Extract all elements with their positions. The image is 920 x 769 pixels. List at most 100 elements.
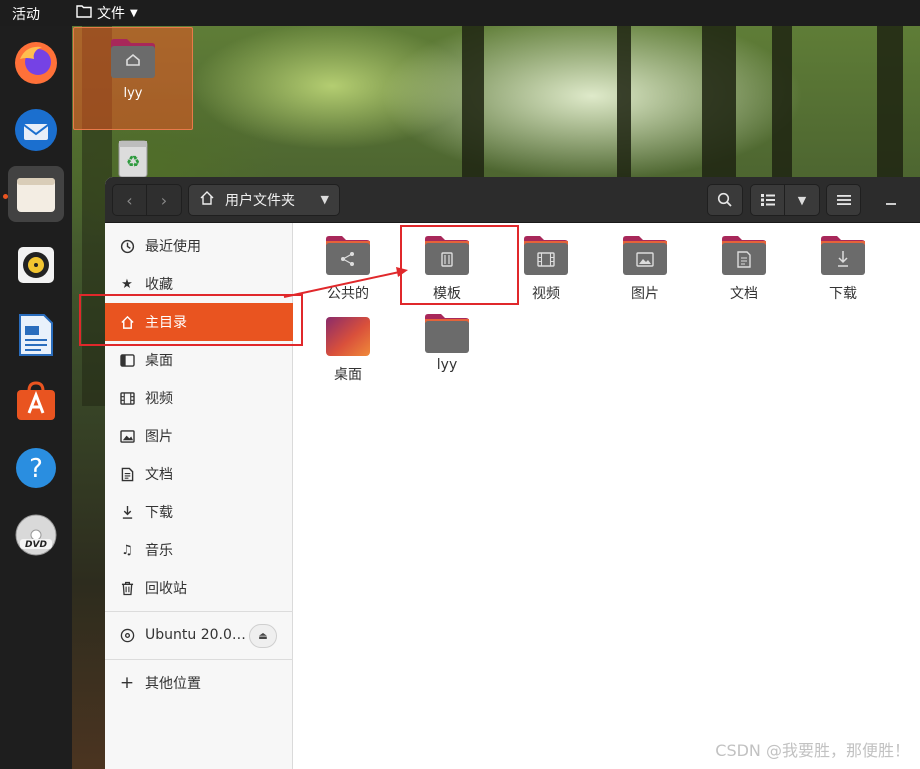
dock-software[interactable]: [8, 373, 64, 429]
clock-icon: [119, 238, 135, 254]
svg-text:♻: ♻: [126, 152, 140, 171]
header-bar: ‹ › 用户文件夹 ▼ ▼: [105, 177, 920, 223]
sidebar-item-videos[interactable]: 视频: [105, 379, 293, 417]
minimize-button[interactable]: [886, 203, 896, 205]
firefox-icon: [15, 42, 57, 84]
hamburger-icon: [836, 195, 851, 205]
eject-icon: ⏏: [258, 630, 268, 642]
document-icon: [119, 466, 135, 482]
chevron-left-icon: ‹: [126, 190, 133, 210]
sidebar-item-label: 桌面: [145, 353, 173, 369]
search-button[interactable]: [707, 184, 743, 216]
chevron-right-icon: ›: [160, 190, 168, 210]
desktop-folder-label: lyy: [123, 86, 143, 101]
chevron-down-icon: ▼: [130, 7, 138, 19]
sidebar-item-label: 最近使用: [145, 239, 201, 255]
folder-public[interactable]: 公共的: [308, 233, 388, 303]
folder-desktop[interactable]: 桌面: [308, 314, 388, 384]
rhythmbox-icon: [18, 247, 54, 283]
thunderbird-icon: [15, 109, 57, 151]
chevron-down-icon: ▼: [320, 193, 329, 206]
svg-text:?: ?: [29, 454, 43, 484]
dock-writer[interactable]: [8, 307, 64, 363]
home-folder-icon: [111, 39, 155, 78]
sidebar-item-documents[interactable]: 文档: [105, 455, 293, 493]
active-indicator: [3, 194, 8, 199]
folder-icon: [425, 314, 469, 353]
dock-files[interactable]: [8, 166, 64, 222]
dock-firefox[interactable]: [8, 35, 64, 91]
folder-label: 公共的: [327, 286, 369, 302]
trash-icon: [119, 580, 135, 596]
folder-label: lyy: [436, 357, 458, 373]
desktop-trash[interactable]: ♻: [73, 138, 193, 178]
desktop-icon: [119, 352, 135, 368]
music-icon: ♫: [121, 542, 133, 558]
plus-icon: +: [119, 673, 135, 693]
sidebar-item-label: 文档: [145, 467, 173, 483]
dock-dvd[interactable]: DVD: [8, 507, 64, 563]
search-icon: [717, 192, 732, 207]
app-menu[interactable]: 文件 ▼: [76, 3, 138, 23]
folder-downloads[interactable]: 下载: [803, 233, 883, 303]
view-options-button[interactable]: ▼: [785, 184, 820, 216]
help-icon: ?: [16, 448, 56, 488]
dvd-icon: DVD: [15, 514, 57, 556]
sidebar-item-recent[interactable]: 最近使用: [105, 227, 293, 265]
sidebar-item-drive[interactable]: Ubuntu 20.0… ⏏: [105, 616, 293, 654]
annotation-box-templates: [400, 225, 519, 305]
film-icon: [119, 390, 135, 406]
file-view: 公共的 模板 视频 图片 文档 下载 桌面 lyy: [294, 223, 920, 769]
sidebar-item-trash[interactable]: 回收站: [105, 569, 293, 607]
sidebar-item-downloads[interactable]: 下载: [105, 493, 293, 531]
home-icon: [199, 190, 215, 210]
files-icon: [17, 178, 55, 212]
video-folder-icon: [524, 236, 568, 275]
sidebar-item-desktop[interactable]: 桌面: [105, 341, 293, 379]
sidebar-item-label: 收藏: [145, 277, 173, 293]
sidebar-separator: [105, 611, 293, 612]
eject-button[interactable]: ⏏: [249, 624, 277, 648]
sidebar-item-label: 视频: [145, 391, 173, 407]
download-icon: [119, 504, 135, 520]
dock: ? DVD: [0, 26, 72, 769]
folder-pictures[interactable]: 图片: [605, 233, 685, 303]
star-icon: ★: [121, 276, 133, 292]
folder-label: 图片: [631, 286, 659, 302]
activities-button[interactable]: 活动: [12, 4, 40, 24]
software-icon: [17, 381, 55, 420]
image-icon: [119, 428, 135, 444]
back-button[interactable]: ‹: [112, 184, 147, 216]
sidebar-item-label: 音乐: [145, 543, 173, 559]
folder-icon: [76, 4, 92, 22]
desktop-folder-icon: [326, 317, 370, 356]
picture-folder-icon: [623, 236, 667, 275]
disc-icon: [119, 627, 135, 643]
sidebar-item-pictures[interactable]: 图片: [105, 417, 293, 455]
sidebar-item-label: 其他位置: [145, 676, 201, 692]
folder-label: 视频: [532, 286, 560, 302]
path-label: 用户文件夹: [225, 193, 295, 209]
folder-label: 下载: [829, 286, 857, 302]
menu-button[interactable]: [826, 184, 861, 216]
navigation-buttons: ‹ ›: [112, 184, 182, 216]
dock-thunderbird[interactable]: [8, 102, 64, 158]
svg-text:DVD: DVD: [25, 540, 47, 550]
desktop-home-folder[interactable]: lyy: [73, 27, 193, 130]
view-toggle-button[interactable]: [750, 184, 785, 216]
sidebar-separator: [105, 659, 293, 660]
sidebar-item-label: 回收站: [145, 581, 187, 597]
sidebar-item-music[interactable]: ♫ 音乐: [105, 531, 293, 569]
download-folder-icon: [821, 236, 865, 275]
dock-help[interactable]: ?: [8, 440, 64, 496]
sidebar-item-other-locations[interactable]: + 其他位置: [105, 664, 293, 702]
dock-rhythmbox[interactable]: [8, 237, 64, 293]
document-folder-icon: [722, 236, 766, 275]
annotation-box-home: [79, 294, 303, 346]
forward-button[interactable]: ›: [147, 184, 182, 216]
folder-lyy[interactable]: lyy: [407, 311, 487, 373]
folder-label: 文档: [730, 286, 758, 302]
path-bar-button[interactable]: 用户文件夹 ▼: [188, 184, 340, 216]
sidebar-item-label: 图片: [145, 429, 173, 445]
folder-documents[interactable]: 文档: [704, 233, 784, 303]
